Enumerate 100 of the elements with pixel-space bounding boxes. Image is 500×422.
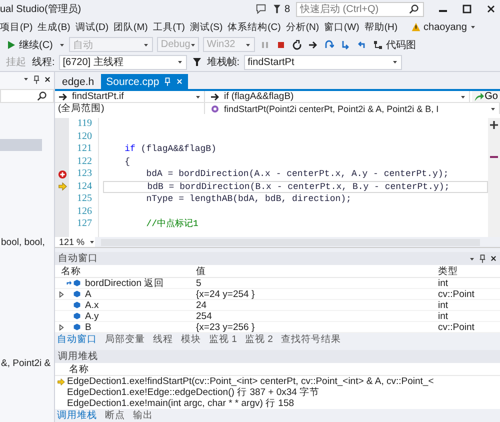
dropdown-icon[interactable] bbox=[23, 76, 29, 82]
column-header[interactable]: 值 bbox=[190, 265, 432, 278]
restart-icon[interactable] bbox=[292, 40, 302, 50]
continue-button[interactable]: 继续(C) bbox=[4, 37, 55, 52]
scrollbar[interactable] bbox=[101, 238, 480, 246]
menu-item[interactable]: 调试(D) bbox=[75, 20, 109, 34]
menu-item[interactable]: 项目(P) bbox=[0, 20, 33, 34]
line-number: 126 bbox=[76, 206, 93, 218]
notification-button[interactable]: 8 bbox=[272, 4, 290, 14]
panel-tab[interactable]: 调用堆栈 bbox=[57, 409, 97, 422]
stack-frame[interactable]: EdgeDection1.exe!Edge::edgeDection() 行 387 + 0x34 字节 bbox=[67, 386, 320, 399]
search-icon[interactable] bbox=[409, 4, 419, 14]
panel-tab[interactable]: 断点 bbox=[105, 409, 125, 422]
arrow-icon bbox=[58, 92, 68, 102]
step-over-icon[interactable] bbox=[324, 40, 334, 50]
variable-value: {x=24 y=254 } bbox=[190, 289, 432, 300]
maximize-icon[interactable] bbox=[462, 4, 472, 14]
menu-item[interactable]: 生成(B) bbox=[38, 20, 70, 34]
line-number: 123 bbox=[76, 168, 93, 180]
close-icon[interactable] bbox=[44, 76, 51, 82]
close-icon[interactable] bbox=[486, 4, 496, 14]
code-line: //中点标记1 bbox=[145, 218, 198, 230]
dropdown-icon[interactable] bbox=[58, 42, 65, 48]
plus-icon[interactable] bbox=[489, 120, 499, 130]
variable-name: A bbox=[85, 288, 92, 300]
notification-count: 8 bbox=[284, 4, 290, 14]
menu-item[interactable]: 体系结构(C) bbox=[228, 20, 281, 34]
menu-item[interactable]: 测试(S) bbox=[190, 20, 223, 34]
line-number: 124 bbox=[76, 180, 93, 193]
stack-frame[interactable]: EdgeDection1.exe!findStartPt(cv::Point_<int> centerPt, cv::Point_<int> & A, cv::Point_< bbox=[67, 376, 434, 387]
arrow-icon[interactable] bbox=[308, 40, 318, 50]
menu-item[interactable]: 团队(M) bbox=[114, 20, 148, 34]
code-editor[interactable] bbox=[55, 114, 500, 237]
dropdown-icon bbox=[88, 239, 95, 245]
line-number: 125 bbox=[76, 193, 93, 206]
dropdown-icon bbox=[490, 106, 496, 112]
window-title: ual Studio(管理员) bbox=[0, 3, 82, 16]
go-button[interactable]: Go bbox=[472, 91, 500, 102]
variable-name: A.y bbox=[85, 310, 99, 322]
play-icon bbox=[6, 40, 16, 50]
code-line: { bbox=[124, 156, 130, 168]
speech-bubble-icon[interactable] bbox=[256, 4, 266, 14]
panel-header: 自动窗口 bbox=[55, 252, 500, 265]
variable-type: int bbox=[432, 278, 500, 289]
search-icon bbox=[37, 91, 47, 101]
panel-tab[interactable]: 线程 bbox=[153, 333, 173, 346]
column-header[interactable]: 名称 bbox=[55, 363, 500, 376]
dropdown-icon bbox=[460, 94, 466, 100]
document-tab[interactable]: edge.h bbox=[57, 74, 100, 89]
search-field[interactable] bbox=[0, 89, 54, 103]
variable-name: B bbox=[85, 322, 92, 332]
panel-tab[interactable]: 监视 2 bbox=[244, 333, 273, 346]
line-number: 121 bbox=[76, 143, 93, 156]
line-number: 127 bbox=[76, 218, 93, 230]
panel-tab[interactable]: 模块 bbox=[181, 333, 201, 346]
menu-item[interactable]: 窗口(W) bbox=[324, 20, 360, 34]
panel-tab[interactable]: 输出 bbox=[133, 409, 153, 422]
dropdown-icon[interactable] bbox=[469, 256, 475, 262]
thread-dropdown[interactable]: [6720] 主线程 bbox=[58, 54, 187, 70]
panel-tab[interactable]: 查找符号结果 bbox=[280, 333, 341, 346]
close-icon[interactable] bbox=[490, 255, 497, 262]
user-name[interactable]: chaoyang bbox=[424, 22, 467, 32]
menu-item[interactable]: 工具(T) bbox=[152, 20, 185, 34]
expand-icon[interactable] bbox=[58, 290, 64, 298]
list-text: &, Point2i & bbox=[0, 358, 52, 369]
step-out-icon[interactable] bbox=[356, 40, 366, 50]
variable-type: int bbox=[432, 300, 500, 311]
dropdown-icon[interactable] bbox=[470, 24, 476, 30]
scroll-marker bbox=[490, 156, 498, 158]
scrollbar[interactable] bbox=[488, 118, 500, 237]
arrow-icon bbox=[210, 92, 220, 102]
filter-icon[interactable] bbox=[192, 57, 202, 67]
variable-value: 254 bbox=[190, 311, 432, 322]
menu-item[interactable]: 帮助(H) bbox=[364, 20, 398, 34]
variable-type: int bbox=[432, 311, 500, 322]
panel-tab[interactable]: 局部变量 bbox=[105, 333, 145, 346]
dropdown-icon bbox=[176, 59, 183, 65]
variable-value: 24 bbox=[190, 300, 432, 311]
code-map-button[interactable]: 代码图 bbox=[370, 37, 418, 52]
stack-frame[interactable]: EdgeDection1.exe!main(int argc, char * * argv) 行 158 bbox=[67, 397, 294, 410]
column-header[interactable]: 名称 bbox=[55, 265, 190, 278]
expand-icon[interactable] bbox=[58, 324, 64, 330]
breakpoint-icon[interactable] bbox=[58, 170, 66, 179]
dropdown-icon bbox=[142, 42, 149, 48]
step-into-icon[interactable] bbox=[340, 40, 350, 50]
panel-tab[interactable]: 自动窗口 bbox=[57, 333, 97, 346]
pin-icon[interactable] bbox=[479, 254, 486, 263]
panel-tab[interactable]: 监视 1 bbox=[209, 333, 237, 346]
return-arrow-icon bbox=[66, 280, 72, 286]
code-line: nType = lengthAB(bdA, bdB, direction); bbox=[145, 193, 352, 206]
zoom-dropdown[interactable]: 121 % bbox=[55, 237, 95, 247]
stack-frame-dropdown[interactable]: findStartPt bbox=[244, 54, 402, 70]
variable-type: cv::Point bbox=[432, 289, 500, 300]
column-header[interactable]: 类型 bbox=[432, 265, 500, 278]
stop-icon[interactable] bbox=[276, 40, 286, 50]
code-line: bdB = bordDirection(B.x - centerPt.x, B.y - centerPt.y); bbox=[146, 182, 450, 192]
stack-frame-label: 堆栈帧: bbox=[206, 56, 240, 69]
pin-icon[interactable] bbox=[33, 74, 40, 84]
panel-header: 调用堆栈 bbox=[55, 350, 500, 363]
menu-item[interactable]: 分析(N) bbox=[286, 20, 320, 34]
